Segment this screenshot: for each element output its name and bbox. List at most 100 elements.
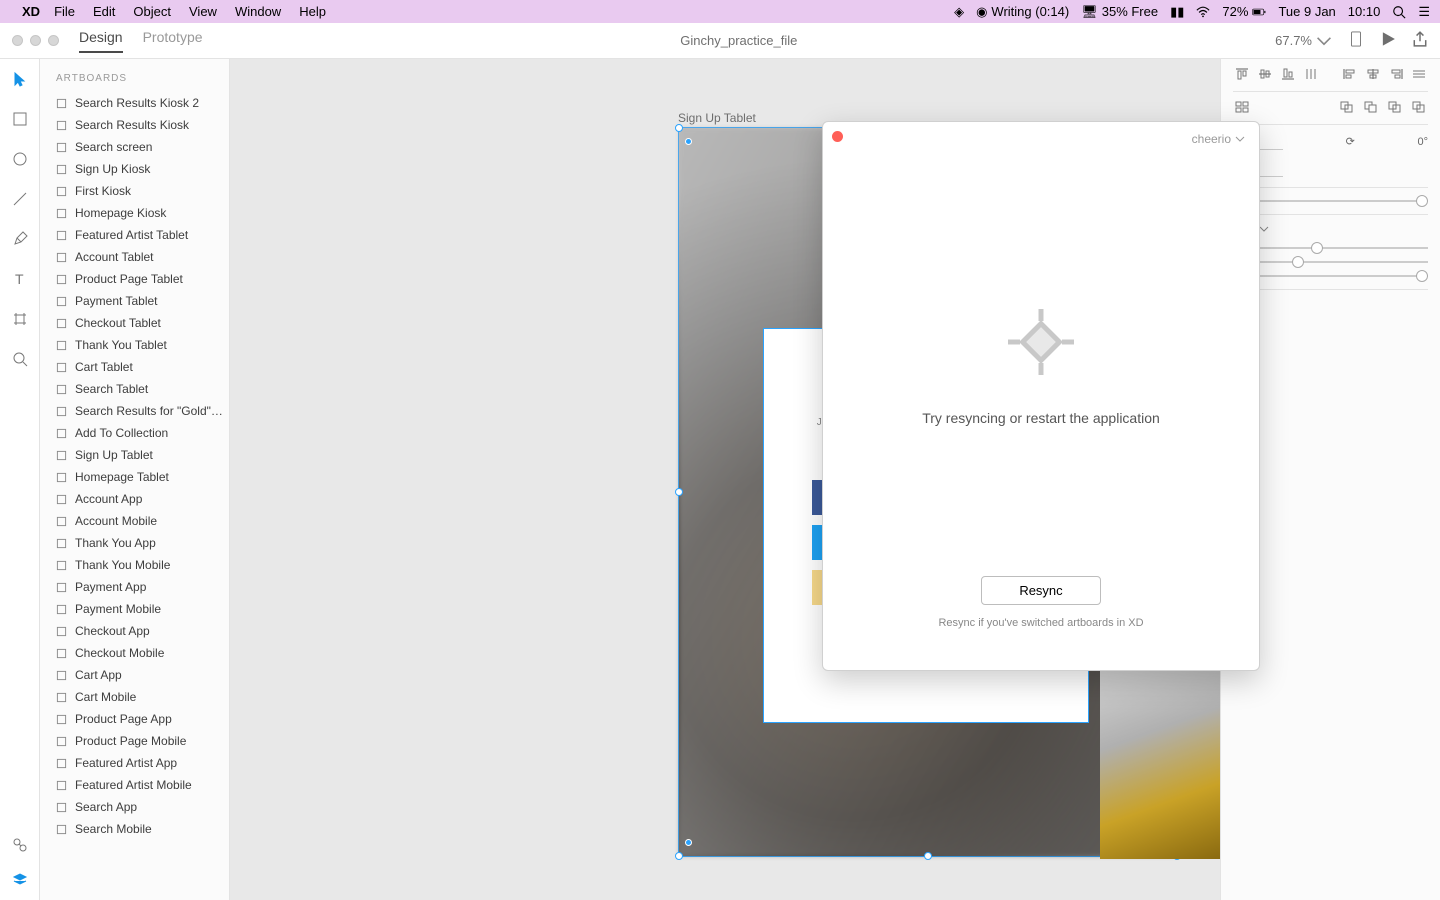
sidebar-item[interactable]: Payment Tablet <box>40 290 229 312</box>
sidebar-item[interactable]: Product Page Tablet <box>40 268 229 290</box>
menu-object[interactable]: Object <box>133 4 171 19</box>
align-hcenter-icon[interactable] <box>1364 67 1381 81</box>
sidebar-item[interactable]: Search Results Kiosk 2 <box>40 92 229 114</box>
blur-slider-1[interactable] <box>1233 247 1428 249</box>
dist-h-icon[interactable] <box>1411 67 1428 81</box>
panel-message: Try resyncing or restart the application <box>922 410 1160 426</box>
wifi-icon[interactable] <box>1196 5 1210 19</box>
menu-help[interactable]: Help <box>299 4 326 19</box>
exclude-boolean-icon[interactable] <box>1410 100 1428 114</box>
pen-tool-icon[interactable] <box>10 229 30 249</box>
ellipse-tool-icon[interactable] <box>10 149 30 169</box>
sidebar-item[interactable]: Featured Artist Mobile <box>40 774 229 796</box>
sidebar-item[interactable]: Search Mobile <box>40 818 229 840</box>
status-diamond-icon[interactable]: ◈ <box>954 4 964 20</box>
battery-text: 72% <box>1222 4 1248 19</box>
align-left-icon[interactable] <box>1341 67 1358 81</box>
artboard-tool-icon[interactable] <box>10 309 30 329</box>
sidebar-item[interactable]: Thank You App <box>40 532 229 554</box>
sidebar-item[interactable]: Account App <box>40 488 229 510</box>
add-boolean-icon[interactable] <box>1338 100 1356 114</box>
sidebar-item[interactable]: Checkout Mobile <box>40 642 229 664</box>
sidebar-item[interactable]: Homepage Tablet <box>40 466 229 488</box>
resync-panel: cheerio Try resyncing or restart the app… <box>822 121 1260 671</box>
rotation-value[interactable]: 0° <box>1417 136 1428 148</box>
account-dropdown[interactable]: cheerio <box>1192 132 1245 146</box>
share-icon[interactable] <box>1412 31 1428 50</box>
repeat-grid-icon[interactable] <box>1233 100 1251 114</box>
menu-list-icon[interactable]: ☰ <box>1418 4 1430 20</box>
status-writing[interactable]: ◉ Writing (0:14) <box>976 4 1069 20</box>
zoom-tool-icon[interactable] <box>10 349 30 369</box>
sidebar-item[interactable]: First Kiosk <box>40 180 229 202</box>
artboard-label[interactable]: Sign Up Tablet <box>678 111 756 125</box>
status-grid-icon[interactable]: ▮▮ <box>1170 4 1184 20</box>
sidebar-item[interactable]: Product Page App <box>40 708 229 730</box>
sidebar-item[interactable]: Sign Up Tablet <box>40 444 229 466</box>
menu-file[interactable]: File <box>54 4 75 19</box>
opacity-slider[interactable] <box>1233 200 1428 202</box>
sidebar-item[interactable]: Search Results Kiosk <box>40 114 229 136</box>
resync-button[interactable]: Resync <box>981 576 1101 605</box>
menu-view[interactable]: View <box>189 4 217 19</box>
align-row-1 <box>1233 67 1428 81</box>
sidebar-item[interactable]: Cart App <box>40 664 229 686</box>
close-icon[interactable] <box>832 131 843 142</box>
align-top-icon[interactable] <box>1233 67 1250 81</box>
line-tool-icon[interactable] <box>10 189 30 209</box>
sidebar-item[interactable]: Thank You Tablet <box>40 334 229 356</box>
align-bottom-icon[interactable] <box>1279 67 1296 81</box>
zoom-dropdown[interactable]: 67.7% <box>1275 33 1332 49</box>
rectangle-tool-icon[interactable] <box>10 109 30 129</box>
sidebar-item[interactable]: Cart Tablet <box>40 356 229 378</box>
align-right-icon[interactable] <box>1388 67 1405 81</box>
blur-slider-3[interactable] <box>1233 275 1428 277</box>
menu-window[interactable]: Window <box>235 4 281 19</box>
assets-icon[interactable] <box>10 835 30 855</box>
sidebar-item[interactable]: Sign Up Kiosk <box>40 158 229 180</box>
sidebar-item[interactable]: Featured Artist Tablet <box>40 224 229 246</box>
sidebar-item[interactable]: Checkout Tablet <box>40 312 229 334</box>
subtract-boolean-icon[interactable] <box>1362 100 1380 114</box>
time[interactable]: 10:10 <box>1348 4 1381 19</box>
device-preview-icon[interactable] <box>1348 31 1364 50</box>
sidebar-item[interactable]: Featured Artist App <box>40 752 229 774</box>
spotlight-icon[interactable] <box>1392 5 1406 19</box>
sidebar-item[interactable]: Product Page Mobile <box>40 730 229 752</box>
play-icon[interactable] <box>1380 31 1396 50</box>
sidebar-item[interactable]: Account Mobile <box>40 510 229 532</box>
tab-prototype[interactable]: Prototype <box>143 29 203 53</box>
date[interactable]: Tue 9 Jan <box>1278 4 1335 19</box>
account-name: cheerio <box>1192 132 1231 146</box>
tab-design[interactable]: Design <box>79 29 123 53</box>
select-tool-icon[interactable] <box>10 69 30 89</box>
sidebar-item[interactable]: Add To Collection <box>40 422 229 444</box>
sidebar-header: ARTBOARDS <box>40 69 229 92</box>
sidebar-item[interactable]: Search screen <box>40 136 229 158</box>
sidebar-item[interactable]: Account Tablet <box>40 246 229 268</box>
sidebar-item[interactable]: Search Results for "Gold"… <box>40 400 229 422</box>
intersect-boolean-icon[interactable] <box>1386 100 1404 114</box>
sidebar-item[interactable]: Search Tablet <box>40 378 229 400</box>
sidebar-item[interactable]: Payment Mobile <box>40 598 229 620</box>
artboards-sidebar[interactable]: ARTBOARDS Search Results Kiosk 2Search R… <box>40 59 230 900</box>
sidebar-item[interactable]: Checkout App <box>40 620 229 642</box>
align-vmiddle-icon[interactable] <box>1256 67 1273 81</box>
sidebar-item[interactable]: Thank You Mobile <box>40 554 229 576</box>
sidebar-item[interactable]: Cart Mobile <box>40 686 229 708</box>
sidebar-item[interactable]: Search App <box>40 796 229 818</box>
menu-edit[interactable]: Edit <box>93 4 115 19</box>
sidebar-item[interactable]: Payment App <box>40 576 229 598</box>
layers-icon[interactable] <box>10 870 30 890</box>
window-traffic-lights[interactable] <box>12 35 59 46</box>
dist-v-icon[interactable] <box>1303 67 1320 81</box>
blur-slider-2[interactable] <box>1233 261 1428 263</box>
app-name[interactable]: XD <box>22 4 40 19</box>
text-tool-icon[interactable]: T <box>10 269 30 289</box>
battery-status[interactable]: 72% <box>1222 4 1266 19</box>
status-free[interactable]: 🖥 35% Free <box>1081 4 1158 20</box>
titlebar: Design Prototype Ginchy_practice_file 67… <box>0 23 1440 59</box>
sidebar-item[interactable]: Homepage Kiosk <box>40 202 229 224</box>
chevron-down-icon[interactable] <box>1259 226 1269 232</box>
document-title: Ginchy_practice_file <box>203 33 1276 48</box>
